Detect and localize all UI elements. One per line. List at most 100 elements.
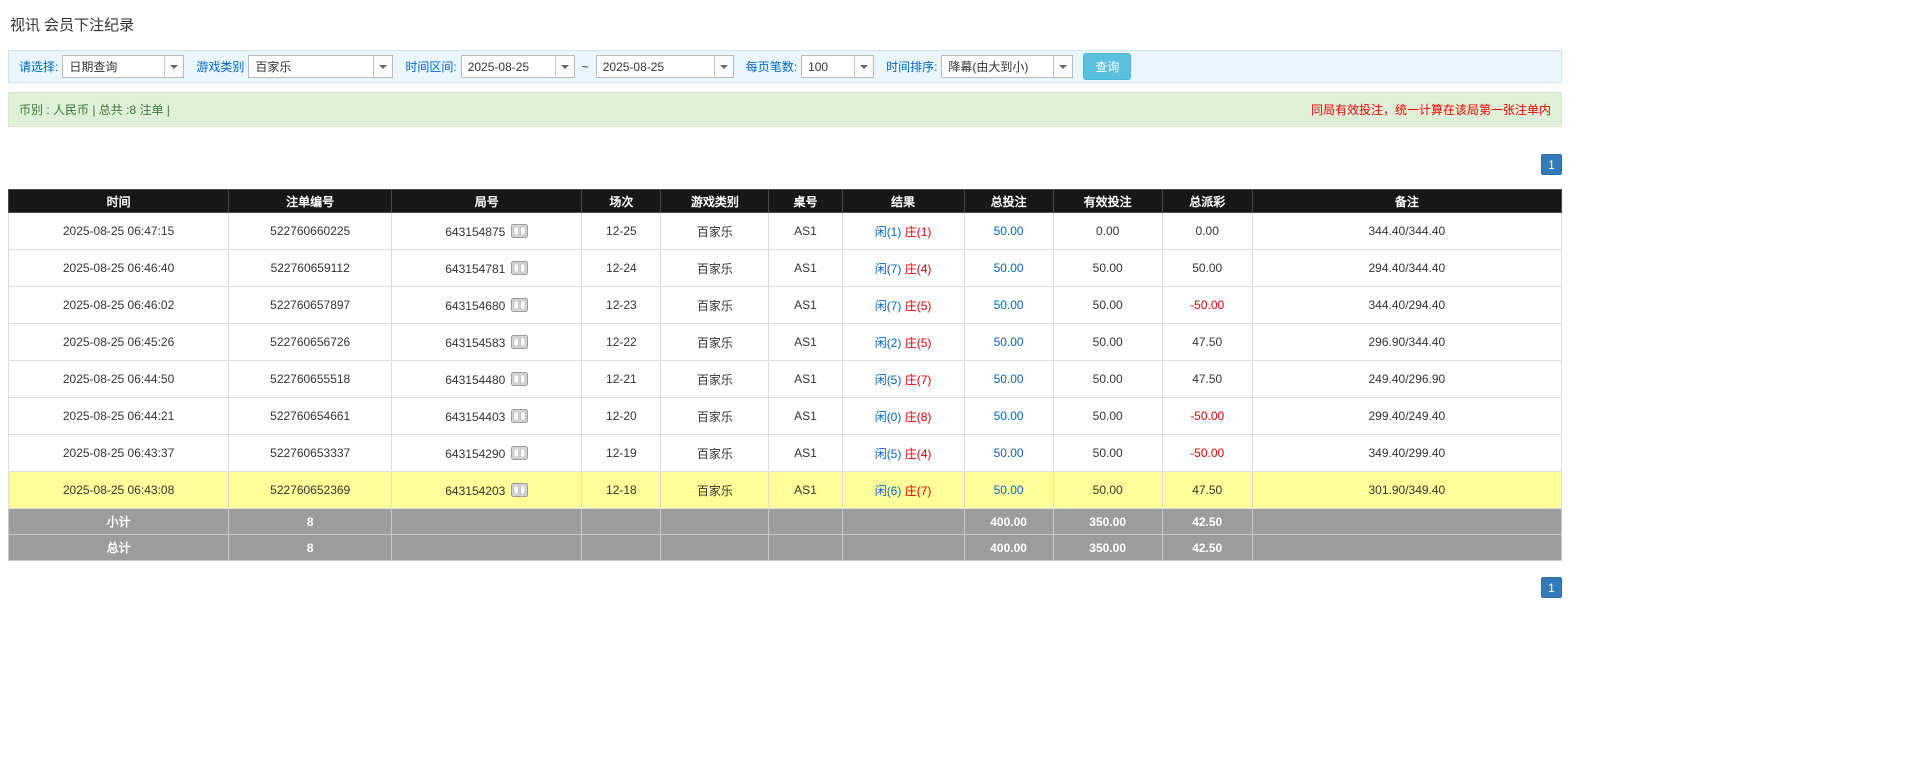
cell-round-id: 643154680 — [392, 287, 582, 324]
footer-cell: 42.50 — [1162, 509, 1252, 535]
date-range-label: 时间区间: — [405, 58, 456, 75]
pagination-top: 1 — [8, 154, 1562, 175]
cell-table-no: AS1 — [769, 398, 842, 435]
cell-payout: 47.50 — [1162, 324, 1252, 361]
table-row: 2025-08-25 06:46:40522760659112643154781… — [9, 250, 1562, 287]
cell-payout: 47.50 — [1162, 472, 1252, 509]
cell-valid-bet: 50.00 — [1053, 287, 1162, 324]
round-detail-icon[interactable] — [511, 409, 528, 423]
result-banker: 庄(1) — [905, 225, 932, 239]
query-type-select[interactable]: 日期查询 — [62, 55, 184, 78]
round-detail-icon[interactable] — [511, 224, 528, 238]
footer-cell — [392, 509, 582, 535]
chevron-down-icon[interactable] — [1053, 56, 1072, 77]
cell-time: 2025-08-25 06:44:50 — [9, 361, 229, 398]
cell-game-type: 百家乐 — [661, 213, 769, 250]
sort-order-label: 时间排序: — [886, 58, 937, 75]
table-row: 2025-08-25 06:44:50522760655518643154480… — [9, 361, 1562, 398]
cell-note: 294.40/344.40 — [1252, 250, 1561, 287]
sort-order-select[interactable]: 降幕(由大到小) — [941, 55, 1073, 78]
cell-total-bet[interactable]: 50.00 — [964, 435, 1053, 472]
cell-session: 12-25 — [582, 213, 661, 250]
cell-round-id: 643154480 — [392, 361, 582, 398]
footer-cell — [842, 535, 964, 561]
cell-valid-bet: 50.00 — [1053, 398, 1162, 435]
column-header: 时间 — [9, 190, 229, 213]
date-from-select[interactable]: 2025-08-25 — [461, 55, 575, 78]
chevron-down-icon[interactable] — [164, 56, 183, 77]
date-to-select[interactable]: 2025-08-25 — [596, 55, 734, 78]
cell-note: 299.40/249.40 — [1252, 398, 1561, 435]
round-detail-icon[interactable] — [511, 483, 528, 497]
round-detail-icon[interactable] — [511, 261, 528, 275]
cell-table-no: AS1 — [769, 287, 842, 324]
cell-total-bet[interactable]: 50.00 — [964, 287, 1053, 324]
result-player: 闲(7) — [875, 262, 902, 276]
filter-bar: 请选择: 日期查询 游戏类别 百家乐 时间区间: 2025-08-25 ~ 20… — [8, 50, 1562, 83]
cell-total-bet[interactable]: 50.00 — [964, 250, 1053, 287]
footer-cell: 42.50 — [1162, 535, 1252, 561]
column-header: 有效投注 — [1053, 190, 1162, 213]
cell-bet-id: 522760652369 — [229, 472, 392, 509]
page-1-button[interactable]: 1 — [1541, 154, 1562, 175]
cell-total-bet[interactable]: 50.00 — [964, 472, 1053, 509]
footer-cell: 350.00 — [1053, 535, 1162, 561]
result-banker: 庄(7) — [905, 484, 932, 498]
cell-time: 2025-08-25 06:43:08 — [9, 472, 229, 509]
page-size-value: 100 — [802, 56, 854, 77]
cell-table-no: AS1 — [769, 472, 842, 509]
cell-result: 闲(5) 庄(4) — [842, 435, 964, 472]
footer-cell: 400.00 — [964, 535, 1053, 561]
cell-result: 闲(1) 庄(1) — [842, 213, 964, 250]
cell-game-type: 百家乐 — [661, 435, 769, 472]
cell-round-id: 643154290 — [392, 435, 582, 472]
round-detail-icon[interactable] — [511, 372, 528, 386]
cell-time: 2025-08-25 06:43:37 — [9, 435, 229, 472]
cell-note: 344.40/344.40 — [1252, 213, 1561, 250]
page-size-select[interactable]: 100 — [801, 55, 874, 78]
round-detail-icon[interactable] — [511, 335, 528, 349]
round-id-text: 643154781 — [445, 261, 505, 275]
chevron-down-icon[interactable] — [555, 56, 574, 77]
total-row: 总计8400.00350.0042.50 — [9, 535, 1562, 561]
cell-total-bet[interactable]: 50.00 — [964, 324, 1053, 361]
cell-total-bet[interactable]: 50.00 — [964, 213, 1053, 250]
page-1-button[interactable]: 1 — [1541, 577, 1562, 598]
chevron-down-icon[interactable] — [714, 56, 733, 77]
cell-valid-bet: 50.00 — [1053, 435, 1162, 472]
footer-cell — [1252, 535, 1561, 561]
footer-cell — [582, 509, 661, 535]
search-button[interactable]: 查询 — [1083, 53, 1131, 80]
cell-total-bet[interactable]: 50.00 — [964, 398, 1053, 435]
result-banker: 庄(5) — [905, 336, 932, 350]
game-type-select[interactable]: 百家乐 — [248, 55, 393, 78]
cell-game-type: 百家乐 — [661, 324, 769, 361]
result-player: 闲(1) — [875, 225, 902, 239]
column-header: 总派彩 — [1162, 190, 1252, 213]
cell-time: 2025-08-25 06:47:15 — [9, 213, 229, 250]
result-player: 闲(5) — [875, 447, 902, 461]
footer-cell — [661, 509, 769, 535]
chevron-down-icon[interactable] — [854, 56, 873, 77]
cell-round-id: 643154403 — [392, 398, 582, 435]
round-id-text: 643154403 — [445, 409, 505, 423]
table-row: 2025-08-25 06:43:08522760652369 643154203… — [9, 472, 1562, 509]
result-banker: 庄(5) — [905, 299, 932, 313]
round-detail-icon[interactable] — [511, 446, 528, 460]
column-header: 总投注 — [964, 190, 1053, 213]
cell-bet-id: 522760656726 — [229, 324, 392, 361]
footer-cell: 8 — [229, 535, 392, 561]
round-id-text: 643154203 — [445, 483, 505, 497]
chevron-down-icon[interactable] — [373, 56, 392, 77]
cell-table-no: AS1 — [769, 250, 842, 287]
cell-total-bet[interactable]: 50.00 — [964, 361, 1053, 398]
currency-summary-text: 币别 : 人民币 | 总共 :8 注单 | — [19, 101, 170, 118]
column-header: 桌号 — [769, 190, 842, 213]
query-type-label: 请选择: — [19, 58, 58, 75]
cell-result: 闲(7) 庄(5) — [842, 287, 964, 324]
cell-session: 12-21 — [582, 361, 661, 398]
round-detail-icon[interactable] — [511, 298, 528, 312]
cell-session: 12-24 — [582, 250, 661, 287]
cell-round-id: 643154203 — [392, 472, 582, 509]
cell-bet-id: 522760654661 — [229, 398, 392, 435]
